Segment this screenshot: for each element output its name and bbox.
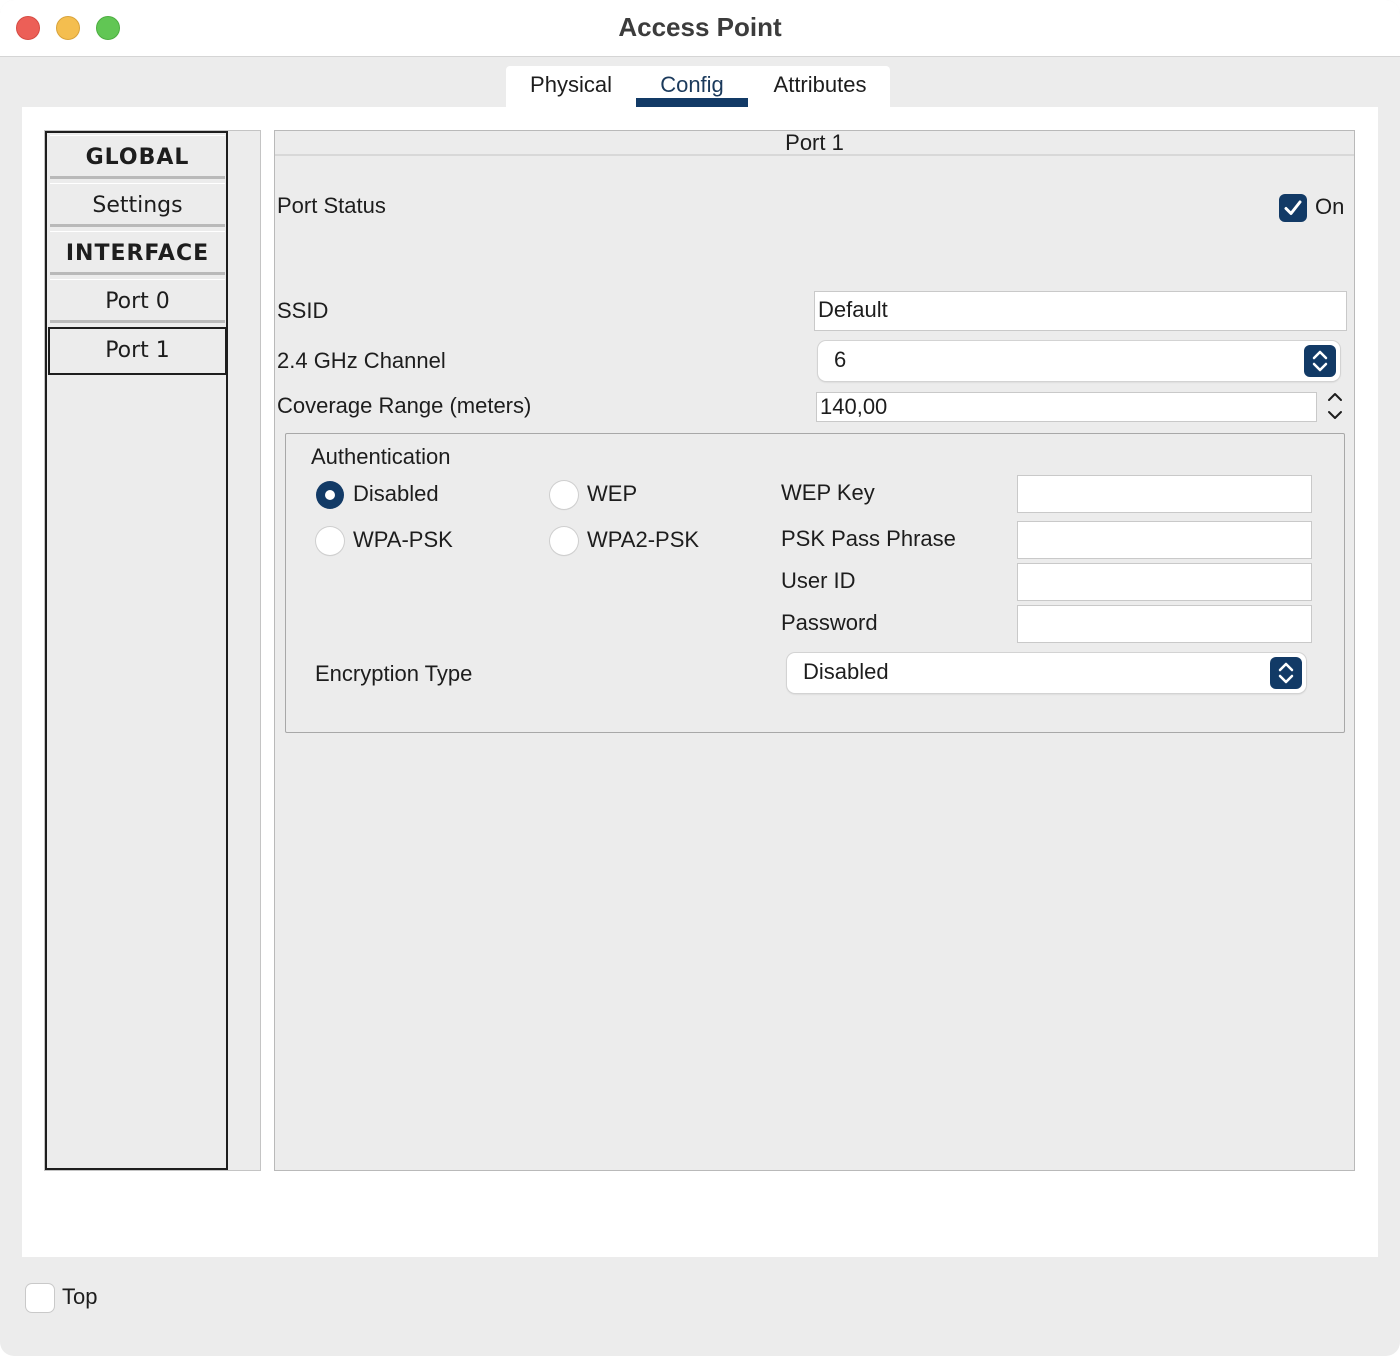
sidebar-header-global[interactable]: GLOBAL (50, 135, 225, 179)
port-status-checkbox[interactable] (1279, 194, 1307, 222)
port-status-on-label: On (1315, 194, 1345, 219)
user-id-label: User ID (781, 568, 856, 593)
authentication-title: Authentication (311, 444, 451, 469)
active-tab-indicator (636, 98, 748, 107)
auth-wpa-psk-radio[interactable] (316, 527, 344, 555)
channel-label: 2.4 GHz Channel (277, 348, 446, 373)
chevron-updown-icon (1304, 345, 1336, 377)
port-config-content: Port 1 Port Status On SSID Default 2.4 G… (274, 130, 1355, 1171)
checkmark-icon (1284, 200, 1302, 215)
auth-wep-label: WEP (587, 481, 638, 506)
chevron-up-icon[interactable] (1326, 390, 1344, 404)
coverage-label: Coverage Range (meters) (277, 393, 532, 418)
access-point-window: Access Point Physical Config Attributes … (0, 0, 1400, 1356)
auth-disabled-label: Disabled (353, 481, 439, 506)
auth-disabled-radio[interactable] (316, 481, 344, 509)
sidebar-item-settings[interactable]: Settings (50, 183, 225, 227)
coverage-input[interactable]: 140,00 (816, 392, 1317, 422)
auth-wpa-psk-label: WPA-PSK (353, 527, 453, 552)
tab-bar: Physical Config Attributes (506, 66, 890, 108)
sidebar-item-port-0[interactable]: Port 0 (50, 279, 225, 323)
tab-attributes[interactable]: Attributes (760, 72, 880, 98)
title-bar: Access Point (0, 0, 1400, 57)
auth-wep-radio[interactable] (550, 481, 578, 509)
psk-pass-phrase-label: PSK Pass Phrase (781, 526, 956, 551)
wep-key-input[interactable] (1017, 475, 1312, 513)
tab-physical[interactable]: Physical (518, 72, 624, 98)
auth-wpa2-psk-label: WPA2-PSK (587, 527, 700, 552)
ssid-label: SSID (277, 298, 329, 323)
encryption-type-label: Encryption Type (315, 661, 473, 686)
port-status-label: Port Status (277, 193, 386, 218)
psk-pass-phrase-input[interactable] (1017, 521, 1312, 559)
auth-wpa2-psk-radio[interactable] (550, 527, 578, 555)
chevron-down-icon[interactable] (1326, 408, 1344, 422)
sidebar: GLOBAL Settings INTERFACE Port 0 Port 1 (45, 131, 228, 1170)
encryption-type-select[interactable]: Disabled (787, 653, 1306, 693)
encryption-type-value: Disabled (803, 659, 889, 684)
tab-config[interactable]: Config (636, 72, 748, 98)
channel-select[interactable]: 6 (818, 341, 1340, 381)
user-id-input[interactable] (1017, 563, 1312, 601)
window-title: Access Point (618, 12, 782, 42)
password-label: Password (781, 610, 878, 635)
top-checkbox[interactable] (26, 1284, 54, 1312)
sidebar-header-interface[interactable]: INTERFACE (50, 231, 225, 275)
wep-key-label: WEP Key (781, 480, 875, 505)
top-checkbox-label: Top (62, 1284, 98, 1309)
content-header: Port 1 (275, 131, 1354, 156)
authentication-group: Authentication Disabled WEP WPA-PSK WPA2… (285, 433, 1345, 733)
sidebar-item-port-1[interactable]: Port 1 (48, 327, 227, 375)
chevron-updown-icon (1270, 657, 1302, 689)
coverage-stepper[interactable] (1322, 390, 1348, 424)
password-input[interactable] (1017, 605, 1312, 643)
channel-value: 6 (834, 347, 847, 372)
ssid-input[interactable]: Default (814, 291, 1347, 331)
